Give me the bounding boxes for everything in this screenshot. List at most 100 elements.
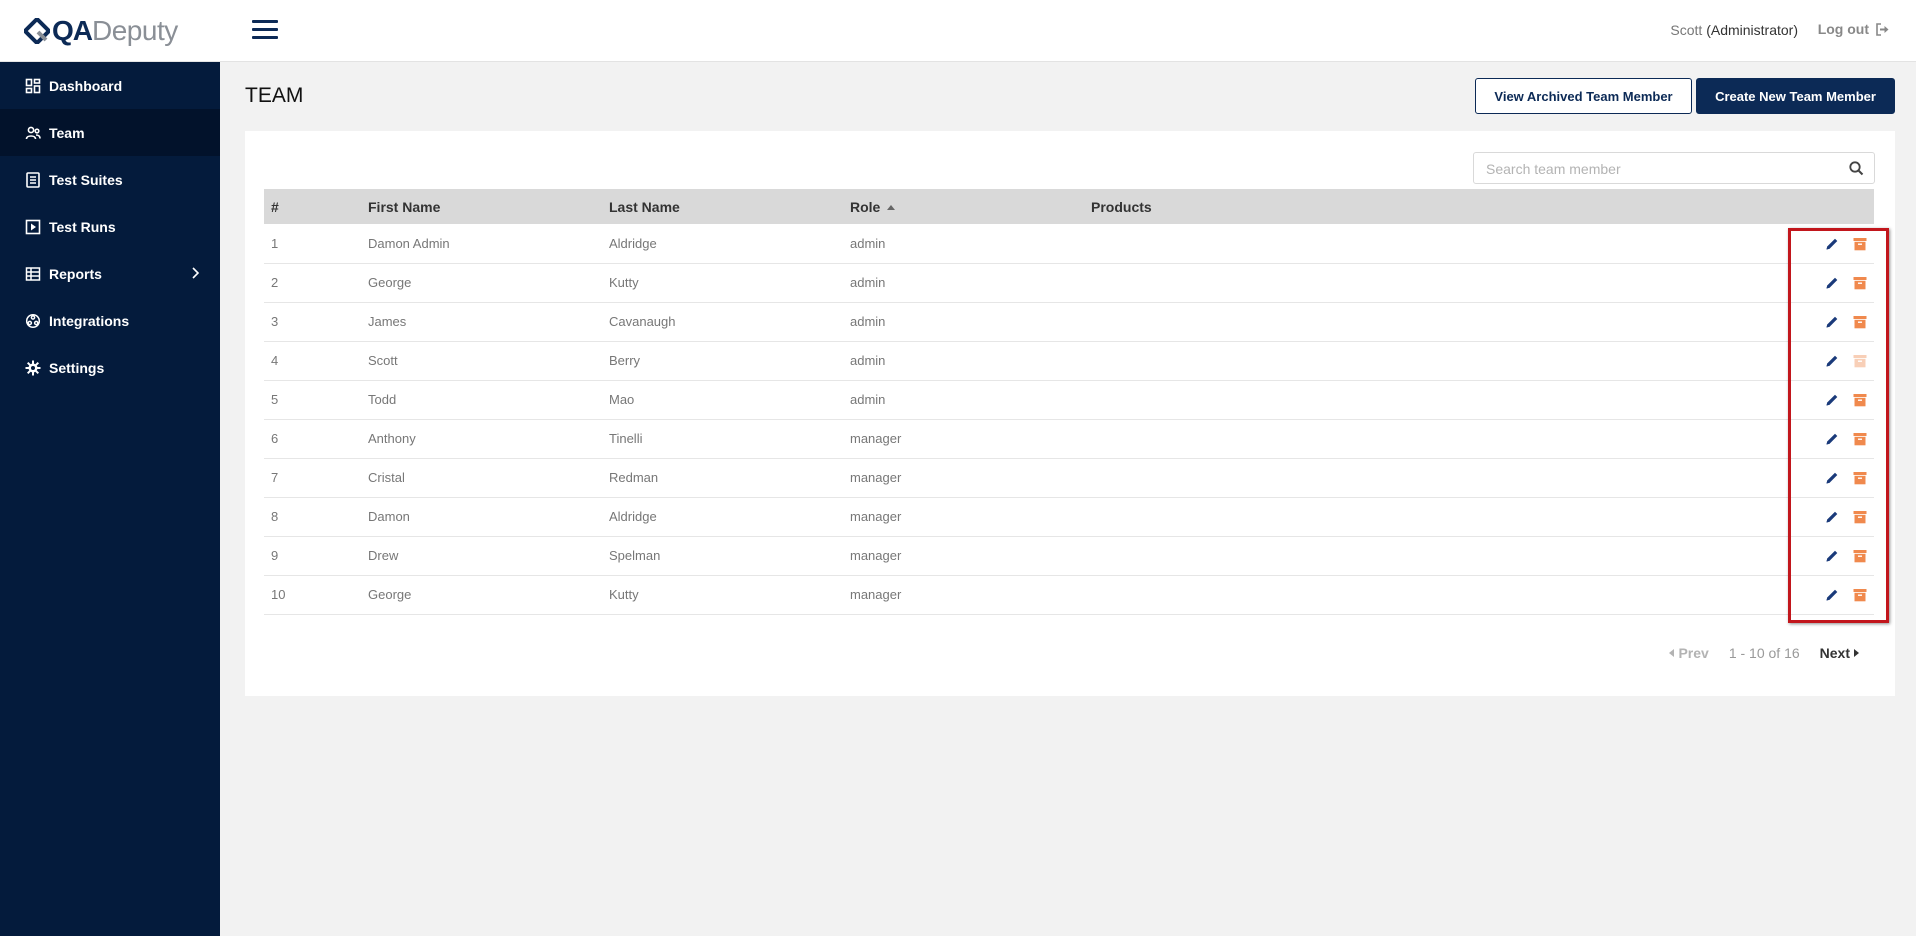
cell-first-name: Anthony (368, 431, 416, 446)
table-header-row: # First Name Last Name Role Products (264, 189, 1874, 224)
edit-pencil-icon[interactable] (1824, 509, 1840, 525)
column-header-role[interactable]: Role (843, 189, 1084, 224)
column-header-role-label: Role (850, 198, 881, 215)
archive-box-icon[interactable] (1852, 236, 1868, 252)
archive-box-icon[interactable] (1852, 314, 1868, 330)
sidebar-item-label: Test Suites (49, 171, 123, 188)
sidebar-item-settings[interactable]: Settings (0, 344, 220, 391)
cell-last-name: Cavanaugh (609, 314, 676, 329)
settings-icon (25, 360, 41, 375)
cell-role: manager (850, 509, 902, 524)
edit-pencil-icon[interactable] (1824, 431, 1840, 447)
edit-pencil-icon[interactable] (1824, 470, 1840, 486)
cell-num: 2 (271, 275, 279, 290)
cell-num: 9 (271, 548, 279, 563)
sidebar-item-label: Team (49, 124, 85, 141)
archive-box-icon[interactable] (1852, 275, 1868, 291)
cell-role: manager (850, 470, 902, 485)
cell-products (1084, 497, 1684, 536)
sidebar-item-integrations[interactable]: Integrations (0, 297, 220, 344)
search-input[interactable] (1474, 153, 1838, 185)
cell-last-name: Kutty (609, 587, 639, 602)
table-row: 5 Todd Mao admin (264, 380, 1874, 419)
logout-icon (1876, 22, 1889, 36)
prev-page-button[interactable]: Prev (1669, 645, 1709, 661)
column-header-num[interactable]: # (264, 189, 361, 224)
cell-first-name: Scott (368, 353, 398, 368)
create-team-member-button[interactable]: Create New Team Member (1696, 78, 1895, 114)
cell-first-name: Damon Admin (368, 235, 450, 251)
pagination: Prev 1 - 10 of 16 Next (1669, 645, 1859, 661)
cell-first-name: Damon (368, 509, 410, 524)
sidebar-item-label: Reports (49, 265, 102, 282)
cell-num: 5 (271, 392, 279, 407)
integrations-icon (25, 313, 41, 328)
team-card: # First Name Last Name Role Products 1 Da… (245, 131, 1895, 696)
cell-first-name: George (368, 587, 412, 602)
cell-num: 7 (271, 470, 279, 485)
table-row: 7 Cristal Redman manager (264, 458, 1874, 497)
edit-pencil-icon[interactable] (1824, 275, 1840, 291)
cell-role: admin (850, 235, 886, 251)
archive-box-icon[interactable] (1852, 548, 1868, 564)
cell-last-name: Kutty (609, 275, 639, 290)
cell-last-name: Aldridge (609, 235, 657, 251)
cell-last-name: Spelman (609, 548, 661, 563)
table-row: 3 James Cavanaugh admin (264, 302, 1874, 341)
view-archived-button[interactable]: View Archived Team Member (1475, 78, 1692, 114)
cell-actions (1684, 458, 1874, 497)
edit-pencil-icon[interactable] (1824, 236, 1840, 252)
user-info: Scott (Administrator) (1670, 22, 1798, 38)
cell-last-name: Mao (609, 392, 635, 407)
cell-num: 8 (271, 509, 279, 524)
search-box (1473, 152, 1875, 185)
cell-last-name: Tinelli (609, 431, 643, 446)
test-suites-icon (26, 171, 40, 188)
sidebar-item-label: Test Runs (49, 218, 116, 235)
cell-actions (1684, 536, 1874, 575)
search-icon[interactable] (1849, 161, 1864, 176)
table-row: 6 Anthony Tinelli manager (264, 419, 1874, 458)
column-header-products[interactable]: Products (1084, 189, 1684, 224)
cell-actions (1684, 419, 1874, 458)
logo[interactable]: QA Deputy (0, 0, 220, 62)
archive-box-icon[interactable] (1852, 470, 1868, 486)
edit-pencil-icon[interactable] (1824, 548, 1840, 564)
edit-pencil-icon[interactable] (1824, 314, 1840, 330)
cell-num: 10 (271, 587, 286, 602)
next-page-button[interactable]: Next (1820, 645, 1859, 661)
cell-role: admin (850, 275, 886, 290)
cell-first-name: Todd (368, 392, 397, 407)
sidebar-item-dashboard[interactable]: Dashboard (0, 62, 220, 109)
sidebar-item-reports[interactable]: Reports (0, 250, 220, 297)
chevron-right-icon (192, 267, 200, 279)
cell-actions (1684, 575, 1874, 614)
column-header-first-name[interactable]: First Name (361, 189, 602, 224)
pagination-info: 1 - 10 of 16 (1728, 645, 1800, 661)
column-header-last-name[interactable]: Last Name (602, 189, 843, 224)
logo-text-qa: QA (52, 14, 93, 46)
sidebar-item-test-suites[interactable]: Test Suites (0, 156, 220, 203)
logout-button[interactable]: Log out (1818, 21, 1890, 37)
archive-box-icon[interactable] (1852, 509, 1868, 525)
table-row: 8 Damon Aldridge manager (264, 497, 1874, 536)
sidebar: QA Deputy Dashboard Team Test Suites Test… (0, 0, 220, 936)
page-title: TEAM (245, 84, 304, 107)
edit-pencil-icon[interactable] (1824, 587, 1840, 603)
archive-box-icon[interactable] (1852, 587, 1868, 603)
cell-products (1084, 263, 1684, 302)
edit-pencil-icon[interactable] (1824, 392, 1840, 408)
menu-toggle-icon[interactable] (252, 20, 278, 40)
archive-box-icon[interactable] (1852, 392, 1868, 408)
cell-actions (1684, 224, 1874, 263)
edit-pencil-icon[interactable] (1824, 353, 1840, 369)
sidebar-item-team[interactable]: Team (0, 109, 220, 156)
table-row: 10 George Kutty manager (264, 575, 1874, 614)
cell-actions (1684, 263, 1874, 302)
logo-text-deputy: Deputy (92, 14, 178, 46)
sidebar-item-test-runs[interactable]: Test Runs (0, 203, 220, 250)
archive-box-icon[interactable] (1852, 431, 1868, 447)
cell-role: admin (850, 353, 886, 368)
cell-num: 6 (271, 431, 279, 446)
cell-first-name: James (368, 314, 407, 329)
